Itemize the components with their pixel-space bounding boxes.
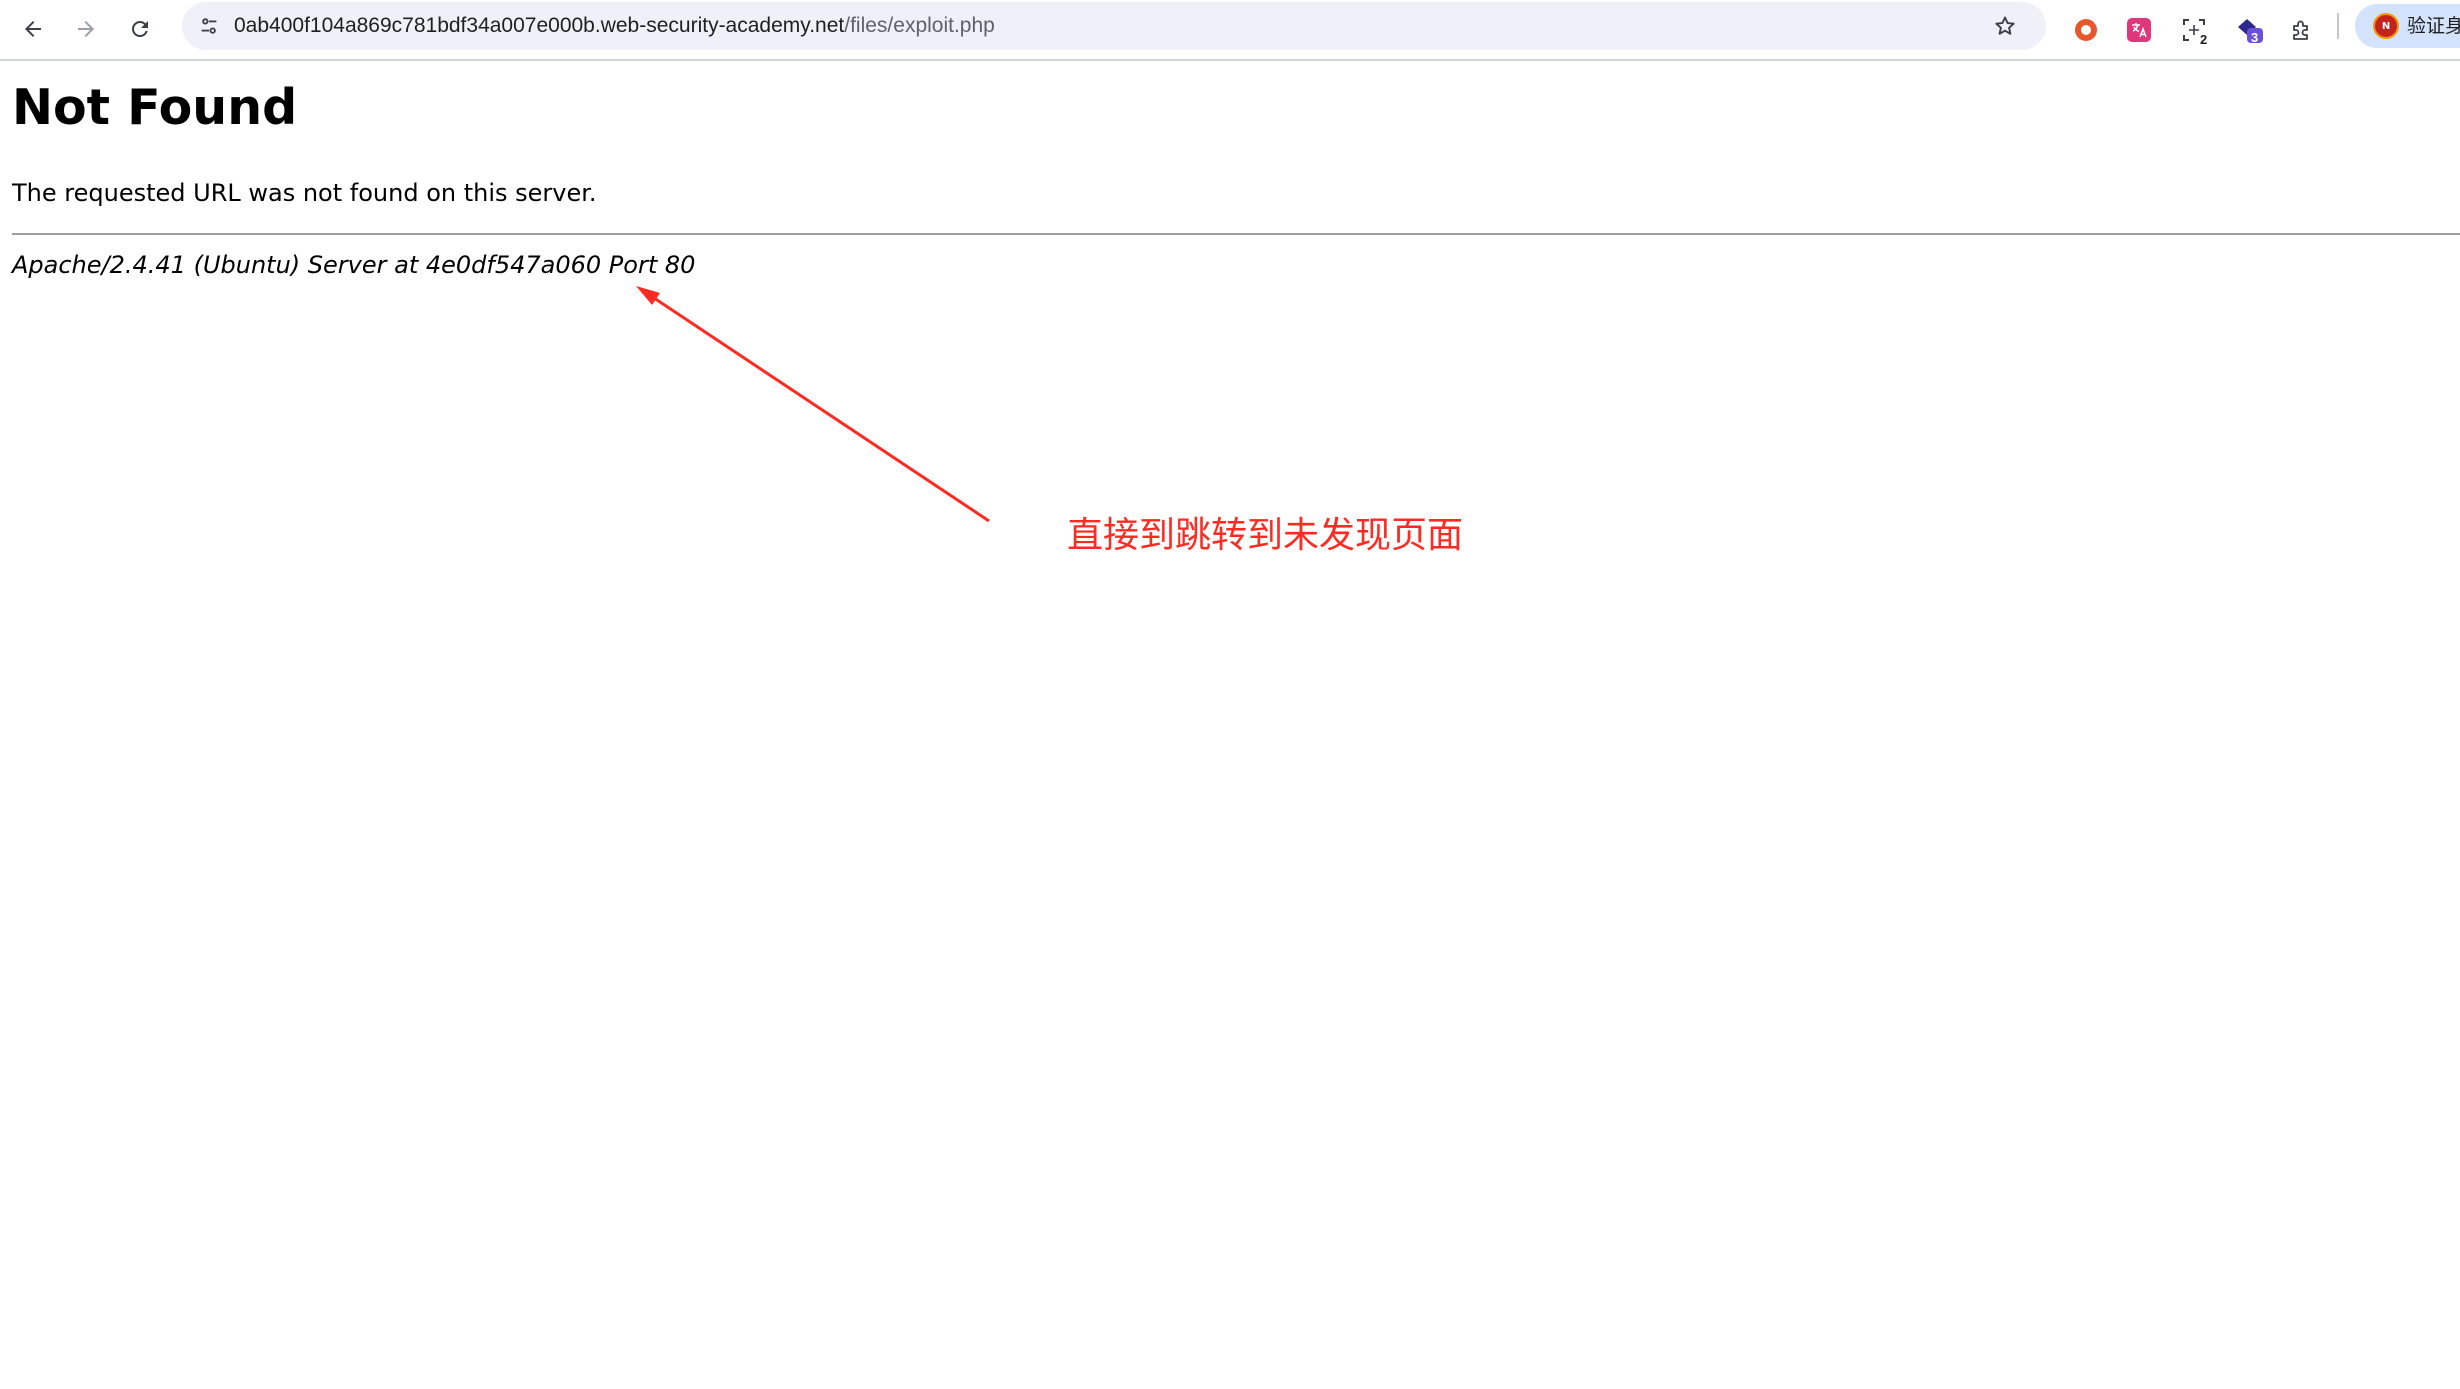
back-arrow-icon (25, 21, 41, 37)
puzzle-icon (2293, 20, 2308, 40)
tune-icon (201, 18, 217, 34)
extension-gem[interactable]: 3 (2228, 8, 2272, 52)
error-message: The requested URL was not found on this … (12, 179, 597, 207)
reload-icon (131, 20, 148, 37)
record-circle-icon (2075, 19, 2097, 41)
divider (12, 233, 2460, 235)
profile-button[interactable]: N 验证身 (2355, 4, 2460, 48)
annotation-overlay (636, 286, 990, 523)
extension-badge: 2 (2200, 32, 2208, 47)
profile-label: 验证身 (2407, 15, 2460, 37)
page-title: Not Found (12, 79, 298, 136)
bookmark-button[interactable] (1984, 5, 2026, 47)
toolbar-divider (2337, 13, 2339, 39)
url-path: /files/exploit.php (844, 14, 995, 37)
annotation-arrow-line (647, 292, 990, 523)
server-signature: Apache/2.4.41 (Ubuntu) Server at 4e0df54… (12, 251, 696, 279)
url-host: 0ab400f104a869c781bdf34a007e000b.web-sec… (234, 14, 845, 37)
gem-icon (2238, 19, 2263, 43)
star-outline-icon (1995, 16, 2015, 35)
annotation-label: 直接到跳转到未发现页面 (1067, 515, 1464, 556)
extension-translate[interactable] (2117, 8, 2161, 52)
address-bar[interactable]: 0ab400f104a869c781bdf34a007e000b.web-sec… (182, 2, 2046, 50)
annotation-arrow-head (636, 286, 660, 305)
forward-arrow-icon (78, 21, 94, 37)
site-info-button[interactable] (188, 5, 230, 47)
browser-toolbar: 0ab400f104a869c781bdf34a007e000b.web-sec… (0, 0, 2460, 61)
extension-screenshot[interactable]: 2 (2172, 8, 2216, 52)
reload-button[interactable] (119, 8, 161, 50)
translate-icon (2127, 18, 2151, 42)
back-button[interactable] (12, 8, 54, 50)
extension-badge: 3 (2251, 30, 2259, 45)
avatar: N (2373, 13, 2399, 39)
url-text[interactable]: 0ab400f104a869c781bdf34a007e000b.web-sec… (234, 2, 995, 50)
extensions-menu-button[interactable] (2280, 8, 2324, 52)
forward-button[interactable] (65, 8, 107, 50)
extension-record[interactable] (2064, 8, 2108, 52)
